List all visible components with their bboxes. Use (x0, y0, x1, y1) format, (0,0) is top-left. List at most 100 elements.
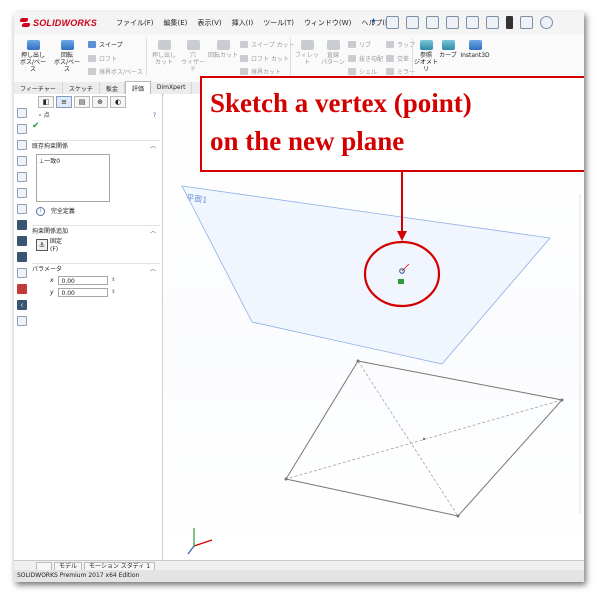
collapse-icon[interactable]: ︿ (150, 264, 156, 275)
strip-tool-icon[interactable] (17, 140, 27, 150)
rib-button[interactable]: リブ (348, 40, 371, 49)
construction-line (357, 360, 459, 517)
dimxpert-manager-icon[interactable]: ⊕ (92, 96, 108, 108)
quick-access-toolbar: ✦ (368, 16, 553, 29)
tab-evaluate[interactable]: 評価 (124, 81, 151, 94)
sketch-center[interactable] (422, 437, 426, 441)
sketch-vertex[interactable] (456, 514, 460, 518)
hole-wizard-button[interactable]: 穴 ウィザード (180, 40, 206, 73)
boundary-boss-button[interactable]: 境界ボス/ベース (88, 67, 143, 76)
draft-button[interactable]: 抜き勾配 (348, 54, 383, 63)
sketch-toolbar-strip (14, 108, 28, 328)
rebuild-icon[interactable] (506, 16, 513, 29)
wrap-icon (386, 41, 394, 48)
y-param-row: y 0.00 ⇕ (50, 287, 160, 299)
fillet-icon (300, 40, 314, 50)
parameters-header[interactable]: パラメータ ︿ (32, 263, 160, 275)
instant3d-button[interactable]: Instant3D (460, 40, 490, 59)
print-icon[interactable] (446, 16, 459, 29)
menu-bar: SOLIDWORKS ファイル(F) 編集(E) 表示(V) 挿入(I) ツール… (14, 12, 584, 35)
revolve-boss-button[interactable]: 回転 ボス/ベース (52, 40, 82, 73)
pm-content: ∘ 点 ? ✔ 既存拘束関係 ︿ ⊥一致0 i 完全定義 拘束関係追加 ︿ ⚓ … (32, 110, 160, 299)
open-icon[interactable] (406, 16, 419, 29)
curves-button[interactable]: カーブ (438, 40, 458, 59)
collapse-icon[interactable]: ︿ (150, 226, 156, 237)
menu-insert[interactable]: 挿入(I) (232, 18, 254, 28)
undo-icon[interactable] (466, 16, 479, 29)
select-icon[interactable] (486, 16, 499, 29)
boundary-cut-icon (240, 68, 248, 75)
menu-view[interactable]: 表示(V) (197, 18, 221, 28)
loft-button[interactable]: ロフト (88, 54, 117, 63)
strip-tool-icon[interactable] (17, 236, 27, 246)
strip-tool-icon[interactable] (17, 252, 27, 262)
strip-tool-icon[interactable] (17, 156, 27, 166)
menu-edit[interactable]: 編集(E) (164, 18, 188, 28)
existing-relations-header[interactable]: 既存拘束関係 ︿ (32, 140, 160, 152)
pm-title-row: ∘ 点 ? (32, 110, 160, 121)
sketch-vertex[interactable] (284, 477, 288, 481)
sketch-vertex[interactable] (356, 359, 360, 363)
strip-tool-icon[interactable] (17, 172, 27, 182)
intersect-button[interactable]: 交差 (386, 54, 409, 63)
status-row: i 完全定義 (36, 206, 160, 217)
strip-tool-icon[interactable] (17, 204, 27, 214)
lofted-cut-button[interactable]: ロフト カット (240, 54, 289, 63)
point-icon: ∘ (38, 112, 42, 119)
options-gear-icon[interactable] (540, 16, 553, 29)
strip-tool-icon[interactable] (17, 316, 27, 326)
strip-tool-icon[interactable] (17, 108, 27, 118)
display-manager-icon[interactable]: ◐ (110, 96, 126, 108)
collapse-icon[interactable]: ︿ (150, 141, 156, 152)
menu-window[interactable]: ウィンドウ(W) (304, 18, 351, 28)
fix-relation-button[interactable]: ⚓ 固定 (F) (36, 237, 160, 257)
x-spin-icon[interactable]: ⇕ (111, 275, 115, 286)
shell-button[interactable]: シェル (348, 67, 377, 76)
wrap-button[interactable]: ラップ (386, 40, 415, 49)
linear-pattern-button[interactable]: 直線 パターン (320, 40, 346, 66)
pm-title: 点 (43, 112, 50, 119)
help-icon[interactable]: ? (153, 110, 156, 121)
ok-check-icon[interactable]: ✔ (32, 121, 40, 131)
revolve-cut-button[interactable]: 回転カット (208, 40, 238, 59)
instant3d-icon (468, 40, 482, 50)
menu-tools[interactable]: ツール(T) (263, 18, 294, 28)
y-coordinate-input[interactable]: 0.00 (58, 288, 109, 297)
extrude-boss-button[interactable]: 押し出し ボス/ベース (18, 40, 48, 73)
status-bar: SOLIDWORKS Premium 2017 x64 Edition (14, 570, 584, 582)
sweep-button[interactable]: スイープ (88, 40, 123, 49)
extrude-cut-button[interactable]: 押し出し カット (150, 40, 178, 66)
sketch-vertex[interactable] (560, 398, 564, 402)
reference-geometry-button[interactable]: 参照 ジオメトリ (414, 40, 438, 73)
tab-features[interactable]: フィーチャー (14, 82, 63, 94)
tab-dimxpert[interactable]: DimXpert (151, 82, 193, 94)
strip-tool-icon[interactable] (17, 268, 27, 278)
add-relations-header[interactable]: 拘束関係追加 ︿ (32, 225, 160, 237)
strip-tool-icon[interactable] (17, 284, 27, 294)
save-icon[interactable] (426, 16, 439, 29)
tab-sheet-metal[interactable]: 板金 (100, 82, 125, 94)
swept-cut-button[interactable]: スイープ カット (240, 40, 295, 49)
strip-tool-icon[interactable] (17, 220, 27, 230)
feature-manager-icon[interactable]: ◧ (38, 96, 54, 108)
strip-tool-icon[interactable] (17, 188, 27, 198)
y-spin-icon[interactable]: ⇕ (111, 287, 115, 298)
mirror-button[interactable]: ミラー (386, 67, 415, 76)
configuration-manager-icon[interactable]: ▤ (74, 96, 90, 108)
status-text: 完全定義 (50, 208, 75, 215)
info-icon: i (36, 207, 45, 216)
tab-sketch[interactable]: スケッチ (63, 82, 100, 94)
fillet-button[interactable]: フィレット (294, 40, 320, 66)
menu-file[interactable]: ファイル(F) (116, 18, 154, 28)
new-document-icon[interactable] (386, 16, 399, 29)
existing-relations-list[interactable]: ⊥一致0 (36, 154, 110, 202)
collapse-arrow-icon[interactable]: ‹ (20, 300, 24, 311)
sweep-icon (88, 41, 96, 48)
x-coordinate-input[interactable]: 0.00 (58, 276, 109, 285)
boundary-cut-button[interactable]: 境界カット (240, 67, 281, 76)
property-manager-icon[interactable]: ≡ (56, 96, 72, 108)
file-properties-icon[interactable] (520, 16, 533, 29)
list-item[interactable]: ⊥一致0 (39, 156, 107, 165)
pin-icon[interactable]: ✦ (368, 17, 379, 28)
strip-tool-icon[interactable] (17, 124, 27, 134)
